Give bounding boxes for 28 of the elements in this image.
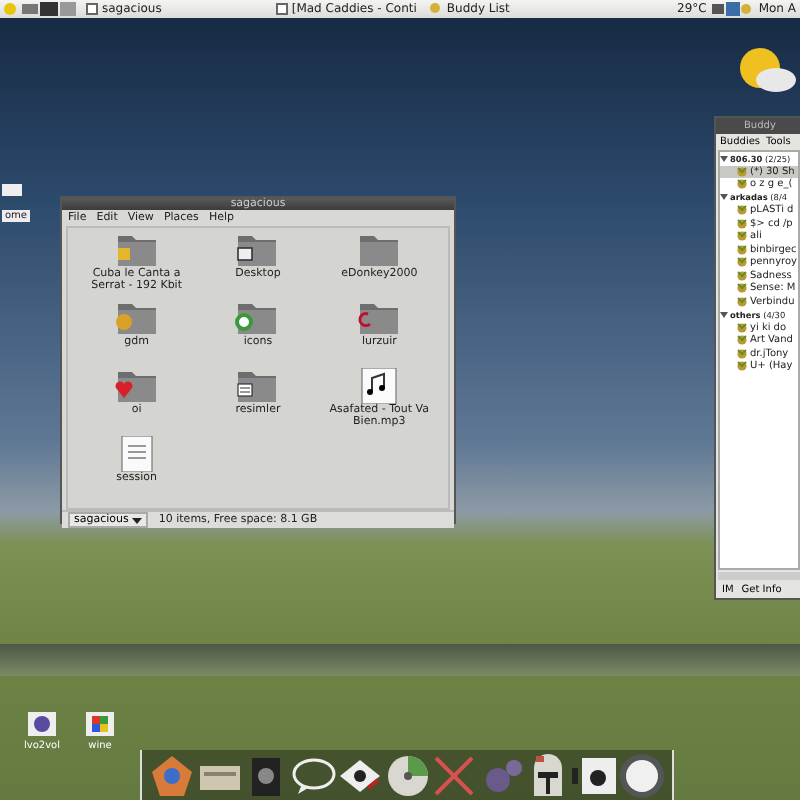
dock-button[interactable] [618, 752, 665, 798]
expander-icon[interactable] [720, 311, 728, 318]
folder-icon [113, 232, 160, 268]
buddy-icon [430, 2, 443, 16]
dock-button[interactable] [571, 752, 618, 798]
folder-icon [113, 300, 160, 336]
disc-icon [383, 752, 431, 800]
folder-icon [234, 368, 281, 404]
expander-icon[interactable] [720, 194, 728, 201]
apple-icon [571, 752, 619, 800]
folder-icon [234, 300, 281, 336]
dock-button[interactable] [383, 752, 430, 798]
caret-icon [132, 517, 143, 523]
folder-icon [356, 300, 403, 336]
folder-icon [356, 232, 403, 268]
window-icon [86, 2, 98, 16]
sphere-icon [618, 752, 666, 800]
tray-icons [712, 2, 753, 16]
music-file-icon [356, 368, 403, 404]
window-icon [275, 2, 288, 16]
scrollbar[interactable] [718, 572, 800, 580]
cross-icon [430, 752, 478, 800]
emblem-icon [148, 752, 196, 800]
folder-icon [234, 232, 281, 268]
windows-icon [84, 710, 116, 738]
gear-icon [26, 710, 58, 738]
launcher-icons [22, 2, 76, 16]
folder-icon [113, 368, 160, 404]
